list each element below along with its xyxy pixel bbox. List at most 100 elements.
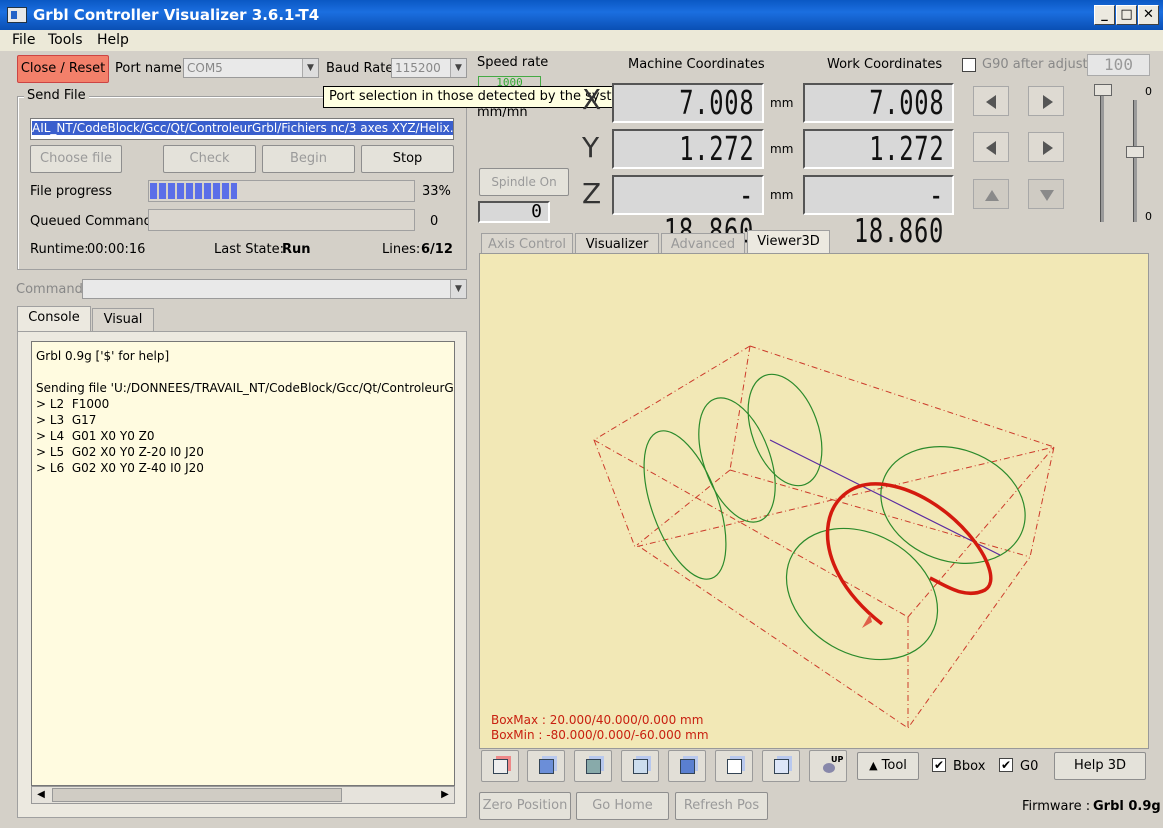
stop-button[interactable]: Stop [361,145,454,173]
view-back-button[interactable] [715,750,753,782]
menu-help[interactable]: Help [97,32,129,48]
scroll-thumb[interactable] [52,788,342,802]
g0-label: G0 [1020,759,1039,774]
helix-path [643,373,1026,661]
begin-button[interactable]: Begin [262,145,355,173]
scroll-right-icon[interactable]: ▶ [436,787,454,803]
console-text: Grbl 0.9g ['$' for help] Sending file 'U… [36,348,454,476]
minimize-button[interactable]: _ [1094,5,1115,25]
scroll-left-icon[interactable]: ◀ [32,787,50,803]
work-z-display: - 18.860 [803,175,954,249]
view-bottom-icon [774,759,789,774]
slider-bottom-label: 0 [1145,210,1152,223]
choose-file-button[interactable]: Choose file [30,145,122,173]
baud-rate-label: Baud Rate [326,61,394,76]
console-line: > L6 G02 X0 Y0 Z-40 I0 J20 [36,461,204,475]
z-down-button[interactable] [1028,179,1064,209]
slider-2-handle[interactable] [1126,146,1144,158]
close-reset-button[interactable]: Close / Reset [17,55,109,83]
slider-1-handle[interactable] [1094,84,1112,96]
unit-x-label: mm [770,96,794,110]
view-up-button[interactable]: UP [809,750,847,782]
check-button[interactable]: Check [163,145,256,173]
queued-commands-bar [148,209,415,231]
view-top-button[interactable] [527,750,565,782]
machine-y-value: 1.272 [678,129,754,168]
close-window-button[interactable]: ✕ [1138,5,1159,25]
view-front-button[interactable] [574,750,612,782]
arrow-right-icon [1043,141,1053,155]
console-line: Grbl 0.9g ['$' for help] [36,349,170,363]
y-plus-button[interactable] [1028,132,1064,162]
last-state-value: Run [282,242,311,257]
title-bar: Grbl Controller Visualizer 3.6.1-T4 _ □ … [0,0,1163,30]
tab-console[interactable]: Console [17,306,91,332]
up-icon [823,763,835,773]
viewer3d-canvas[interactable]: BoxMax : 20.000/40.000/0.000 mm BoxMin :… [479,253,1149,749]
boxmax-label: BoxMax : 20.000/40.000/0.000 mm [491,713,704,727]
arrow-up-icon [985,190,999,201]
g90-value[interactable]: 100 [1087,54,1150,76]
console-line: > L3 G17 [36,413,97,427]
window-title: Grbl Controller Visualizer 3.6.1-T4 [33,6,320,24]
go-home-button[interactable]: Go Home [576,792,669,820]
view-right-button[interactable] [668,750,706,782]
work-y-value: 1.272 [868,129,944,168]
unit-y-label: mm [770,142,794,156]
maximize-button[interactable]: □ [1116,5,1137,25]
runtime-label: Runtime: [30,242,89,257]
menu-file[interactable]: File [12,32,35,48]
port-name-label: Port name [115,61,182,76]
file-path-field[interactable]: AIL_NT/CodeBlock/Gcc/Qt/ControleurGrbl/F… [30,118,454,140]
view-cube-icon [493,759,508,774]
console-line: > L4 G01 X0 Y0 Z0 [36,429,155,443]
work-z-value: - 18.860 [853,175,944,250]
zero-position-button[interactable]: Zero Position [479,792,571,820]
lines-label: Lines: [382,242,421,257]
axis-x-label: X [582,83,602,116]
tool-label: Tool [881,758,907,773]
bbox-label: Bbox [953,759,986,774]
file-progress-bar [148,180,415,202]
work-x-value: 7.008 [868,83,944,122]
spindle-on-button[interactable]: Spindle On [479,168,569,196]
view-default-button[interactable] [481,750,519,782]
tool-icon [862,614,872,628]
work-coordinates-title: Work Coordinates [827,57,943,72]
vertical-slider-2[interactable] [1133,100,1137,222]
help-3d-button[interactable]: Help 3D [1054,752,1146,780]
chevron-down-icon: ▼ [302,59,318,77]
machine-coordinates-title: Machine Coordinates [628,57,765,72]
tool-dropdown-button[interactable]: ▲ Tool [857,752,919,780]
baud-rate-select[interactable]: 115200 ▼ [391,58,467,78]
lines-value: 6/12 [421,242,453,257]
port-value: COM5 [187,61,223,75]
command-label: Command [16,282,83,297]
g90-checkbox[interactable] [962,58,976,72]
x-minus-button[interactable] [973,86,1009,116]
y-minus-button[interactable] [973,132,1009,162]
menu-tools[interactable]: Tools [48,32,83,48]
view-top-icon [539,759,554,774]
view-left-button[interactable] [621,750,659,782]
z-up-button[interactable] [973,179,1009,209]
view-bottom-button[interactable] [762,750,800,782]
refresh-pos-button[interactable]: Refresh Pos [675,792,768,820]
triangle-up-icon: ▲ [869,759,878,772]
command-input[interactable]: ▼ [82,279,467,299]
view-right-icon [680,759,695,774]
boxmin-label: BoxMin : -80.000/0.000/-60.000 mm [491,728,709,742]
chevron-down-icon: ▼ [450,59,466,77]
console-output[interactable]: Grbl 0.9g ['$' for help] Sending file 'U… [31,341,455,786]
arrow-left-icon [986,95,996,109]
unit-z-label: mm [770,188,794,202]
tab-visual[interactable]: Visual [92,308,154,332]
g0-checkbox[interactable]: ✔ [999,758,1013,772]
bbox-checkbox[interactable]: ✔ [932,758,946,772]
spindle-value: 0 [478,201,550,223]
machine-z-display: - 18.860 [612,175,764,249]
x-plus-button[interactable] [1028,86,1064,116]
console-scrollbar[interactable]: ◀ ▶ [31,786,455,804]
port-name-select[interactable]: COM5 ▼ [183,58,319,78]
vertical-slider-1[interactable] [1100,86,1104,222]
